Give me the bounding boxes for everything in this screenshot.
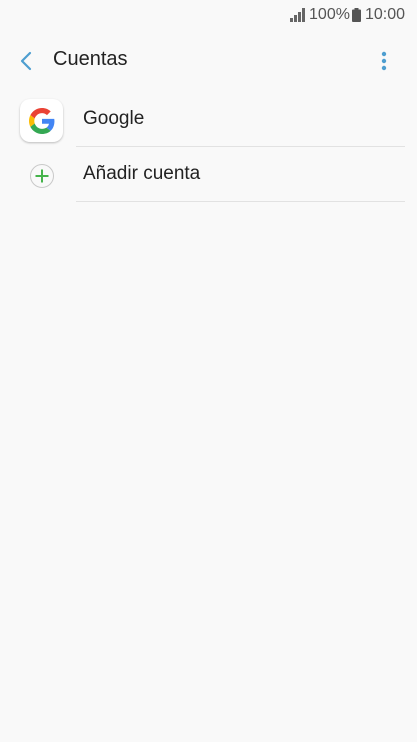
app-bar: Cuentas — [0, 30, 417, 92]
status-bar: 100% 10:00 — [0, 0, 417, 30]
plus-circle-icon — [29, 163, 54, 188]
plus-icon-wrapper — [20, 154, 63, 197]
account-item-google[interactable]: Google — [0, 92, 417, 147]
status-indicators: 100% 10:00 — [290, 6, 405, 24]
google-icon-tile — [20, 99, 63, 142]
signal-icon — [290, 8, 306, 22]
account-list: Google Añadir cuenta — [0, 92, 417, 202]
more-vert-icon — [381, 51, 387, 71]
back-button[interactable] — [12, 44, 40, 78]
page-title: Cuentas — [53, 48, 128, 70]
battery-level: 100% — [309, 6, 350, 23]
back-arrow-icon — [20, 51, 32, 71]
add-account-label: Añadir cuenta — [83, 163, 201, 184]
account-label-google: Google — [83, 108, 145, 129]
clock: 10:00 — [364, 6, 405, 23]
add-account-item[interactable]: Añadir cuenta — [0, 147, 417, 202]
google-icon — [28, 107, 54, 134]
battery-icon — [351, 8, 361, 22]
more-options-button[interactable] — [371, 46, 397, 76]
divider — [76, 201, 405, 202]
